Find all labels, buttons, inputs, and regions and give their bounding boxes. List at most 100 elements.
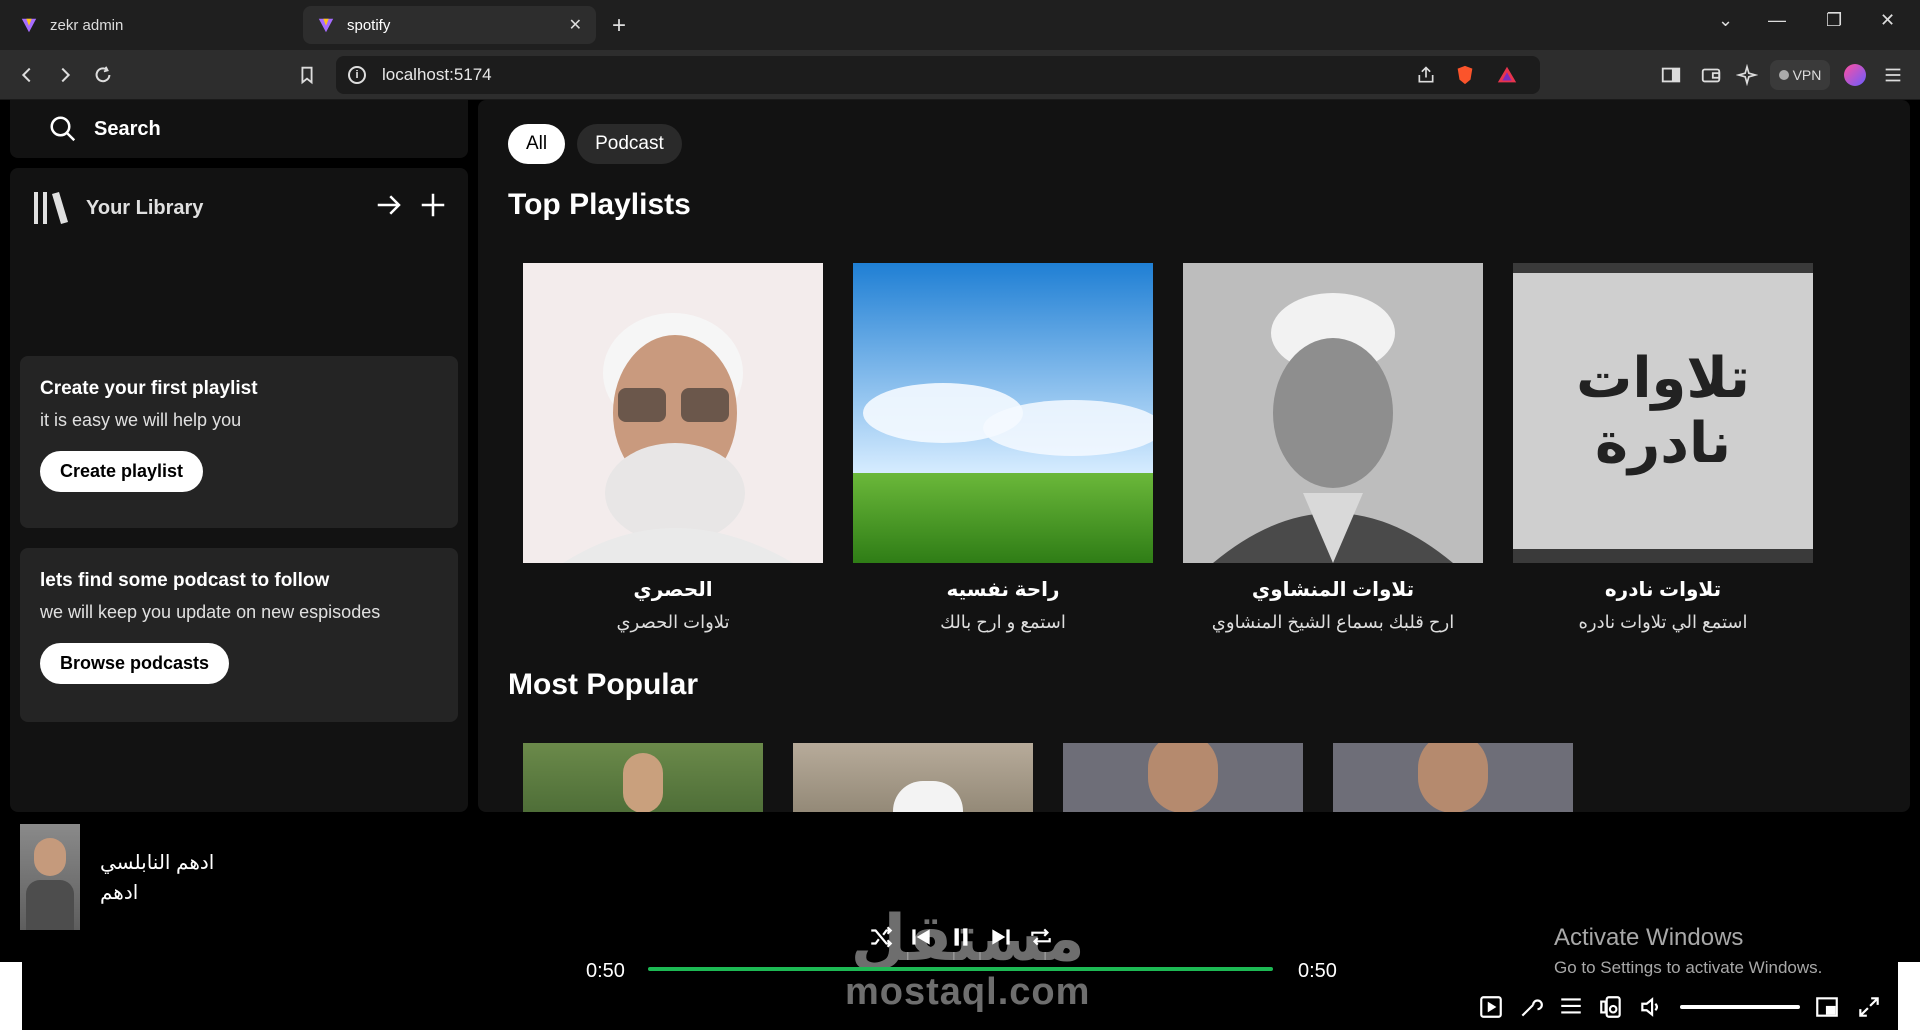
- url-text: localhost:5174: [382, 65, 492, 84]
- fullscreen-icon[interactable]: [1856, 994, 1882, 1020]
- reload-icon[interactable]: [92, 64, 114, 86]
- top-playlists-heading: Top Playlists: [508, 188, 691, 221]
- volume-slider[interactable]: [1680, 1005, 1800, 1009]
- watermark-english: mostaql.com: [845, 971, 1091, 1013]
- activate-title: Activate Windows: [1554, 924, 1744, 951]
- expand-library-icon[interactable]: [374, 190, 404, 220]
- progress-bar[interactable]: [648, 967, 1273, 971]
- url-field[interactable]: i localhost:5174: [336, 56, 1540, 94]
- track-title[interactable]: ادهم النابلسي: [100, 850, 214, 875]
- tab-zekr-admin[interactable]: zekr admin: [6, 6, 296, 44]
- new-tab-icon[interactable]: +: [612, 12, 626, 40]
- previous-icon[interactable]: [908, 924, 934, 950]
- edge-strip: [1898, 962, 1920, 1030]
- brave-rewards-icon[interactable]: [1496, 64, 1518, 86]
- pause-icon[interactable]: [948, 924, 974, 950]
- chip-all[interactable]: All: [508, 124, 566, 164]
- playlist-subtitle: استمع الي تلاوات نادره: [1578, 612, 1748, 632]
- playback-controls: [868, 924, 1054, 950]
- vpn-status-icon: [1778, 70, 1789, 80]
- create-playlist-button[interactable]: Create playlist: [40, 451, 204, 492]
- popular-cover[interactable]: [1333, 743, 1573, 812]
- playlist-title: الحصري: [633, 579, 713, 601]
- wallet-icon[interactable]: [1700, 64, 1722, 86]
- main-content: All Podcast Top Playlists الحصري تلاوات …: [478, 100, 1910, 812]
- library-icon: [34, 192, 68, 224]
- edge-strip: [0, 962, 22, 1030]
- bookmark-icon[interactable]: [296, 64, 318, 86]
- menu-icon[interactable]: [1882, 64, 1904, 86]
- cover-calligraphy: تلاوات نادرة: [1576, 346, 1750, 476]
- site-info-icon[interactable]: i: [348, 66, 366, 84]
- tab-label: zekr admin: [50, 16, 124, 34]
- card-title: lets find some podcast to follow: [40, 570, 330, 591]
- share-icon[interactable]: [1416, 65, 1436, 85]
- popular-cover[interactable]: [523, 743, 763, 812]
- sidebar-toggle-icon[interactable]: [1660, 64, 1682, 86]
- tab-spotify[interactable]: spotify ✕: [303, 6, 596, 44]
- most-popular-grid: [523, 743, 1573, 812]
- brave-shield-icon[interactable]: [1454, 64, 1476, 86]
- playlist-cover: تلاوات نادرة: [1513, 263, 1813, 563]
- track-artist[interactable]: ادهم: [100, 880, 138, 905]
- chip-podcast[interactable]: Podcast: [577, 124, 682, 164]
- time-elapsed: 0:50: [586, 960, 625, 982]
- create-playlist-card: Create your first playlist it is easy we…: [20, 356, 458, 528]
- address-toolbar: i localhost:5174 VPN: [0, 50, 1920, 100]
- search-nav-item[interactable]: Search: [10, 100, 468, 158]
- back-icon[interactable]: [16, 64, 38, 86]
- vpn-button[interactable]: VPN: [1770, 60, 1830, 90]
- close-tab-icon[interactable]: ✕: [569, 15, 582, 35]
- window-close-icon[interactable]: ✕: [1880, 10, 1895, 31]
- minimize-icon[interactable]: —: [1768, 10, 1786, 31]
- repeat-icon[interactable]: [1028, 924, 1054, 950]
- tab-list-chevron-icon[interactable]: ⌄: [1718, 10, 1733, 31]
- now-playing-bar: ادهم النابلسي ادهم مستقل mostaql.com 0:5…: [0, 812, 1920, 1030]
- popular-cover[interactable]: [1063, 743, 1303, 812]
- shuffle-icon[interactable]: [868, 924, 894, 950]
- now-playing-cover: [20, 824, 80, 930]
- playlist-card[interactable]: تلاوات نادرة تلاوات نادره استمع الي تلاو…: [1513, 263, 1813, 633]
- search-label: Search: [94, 117, 161, 140]
- playlist-cover: [523, 263, 823, 563]
- portrait-image: [1183, 263, 1483, 563]
- playlist-card[interactable]: راحة نفسيه استمع و ارح بالك: [853, 263, 1153, 633]
- playlist-subtitle: استمع و ارح بالك: [940, 612, 1066, 632]
- library-panel: Your Library Create your first playlist …: [10, 168, 468, 812]
- playlist-card[interactable]: تلاوات المنشاوي ارح قلبك بسماع الشيخ الم…: [1183, 263, 1483, 633]
- next-icon[interactable]: [988, 924, 1014, 950]
- forward-icon[interactable]: [54, 64, 76, 86]
- mini-player-icon[interactable]: [1814, 994, 1840, 1020]
- filter-chips: All Podcast: [508, 124, 682, 164]
- vite-icon: [21, 18, 37, 33]
- activate-subtitle: Go to Settings to activate Windows.: [1554, 958, 1823, 977]
- search-icon: [50, 116, 76, 142]
- playlist-title: تلاوات المنشاوي: [1251, 579, 1415, 601]
- activate-windows-notice: Activate Windows Go to Settings to activ…: [1554, 924, 1822, 978]
- queue-icon[interactable]: [1558, 994, 1584, 1020]
- restore-icon[interactable]: ❐: [1826, 10, 1842, 31]
- playlist-title: راحة نفسيه: [946, 579, 1060, 601]
- connect-device-icon[interactable]: [1598, 994, 1624, 1020]
- playlist-card[interactable]: الحصري تلاوات الحصري: [523, 263, 823, 633]
- leo-ai-icon[interactable]: [1736, 64, 1758, 86]
- vpn-label: VPN: [1792, 67, 1822, 83]
- tab-label: spotify: [347, 16, 391, 34]
- top-playlists-grid: الحصري تلاوات الحصري راحة نفسيه استمع و …: [523, 263, 1813, 633]
- playlist-title: تلاوات نادره: [1604, 579, 1722, 601]
- profile-avatar[interactable]: [1844, 64, 1866, 86]
- landscape-image: [853, 263, 1153, 563]
- playlist-cover: [1183, 263, 1483, 563]
- library-header[interactable]: Your Library: [32, 188, 203, 228]
- popular-cover[interactable]: [793, 743, 1033, 812]
- now-playing-view-icon[interactable]: [1478, 994, 1504, 1020]
- volume-icon[interactable]: [1638, 994, 1664, 1020]
- browse-podcasts-card: lets find some podcast to follow we will…: [20, 548, 458, 722]
- portrait-image: [523, 263, 823, 563]
- most-popular-heading: Most Popular: [508, 668, 699, 701]
- vite-icon: [318, 18, 334, 33]
- card-title: Create your first playlist: [40, 378, 258, 399]
- add-playlist-icon[interactable]: [418, 190, 448, 220]
- browse-podcasts-button[interactable]: Browse podcasts: [40, 643, 230, 684]
- lyrics-icon[interactable]: [1518, 994, 1544, 1020]
